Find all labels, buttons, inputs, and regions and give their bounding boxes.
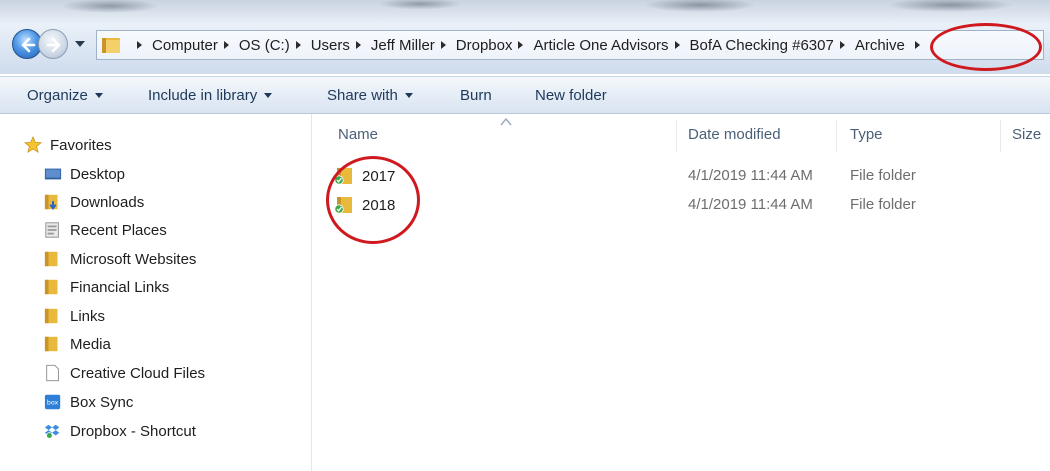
breadcrumb-dropbox[interactable]: Dropbox <box>435 37 512 54</box>
breadcrumb-bofa-checking[interactable]: BofA Checking #6307 <box>669 37 834 54</box>
breadcrumb-archive[interactable]: Archive <box>834 37 930 54</box>
breadcrumb-arrow-icon[interactable] <box>355 41 361 49</box>
column-header-date-modified[interactable]: Date modified <box>688 126 781 143</box>
folder-icon <box>44 251 58 267</box>
type-cell: File folder <box>850 167 916 184</box>
star-icon <box>24 136 42 153</box>
folder-icon <box>44 308 58 324</box>
sidebar-item-microsoft-websites[interactable]: Microsoft Websites <box>44 248 196 270</box>
burn-label: Burn <box>460 87 492 104</box>
box-sync-icon: box <box>44 394 61 410</box>
dropbox-icon <box>44 424 60 439</box>
new-folder-label: New folder <box>535 87 607 104</box>
sidebar-item-label: Microsoft Websites <box>70 250 197 268</box>
sidebar-item-creative-cloud-files[interactable]: Creative Cloud Files <box>44 362 205 384</box>
navigation-pane: Favorites Desktop Downloads Recent Place… <box>0 114 312 471</box>
breadcrumb-users[interactable]: Users <box>290 37 350 54</box>
sidebar-item-label: Downloads <box>70 193 145 211</box>
back-arrow-icon <box>21 37 36 53</box>
command-toolbar: Organize Include in library Share with B… <box>0 76 1050 114</box>
chevron-down-icon <box>264 93 273 98</box>
svg-text:box: box <box>47 400 59 407</box>
synced-folder-icon <box>334 168 352 185</box>
folder-icon <box>102 38 120 53</box>
blurred-tab-strip <box>0 0 1050 22</box>
file-row-2018[interactable]: 2018 4/1/2019 11:44 AM File folder <box>312 191 1050 219</box>
desktop-icon <box>44 168 62 180</box>
column-header-name[interactable]: Name <box>338 126 378 143</box>
chevron-down-icon <box>404 93 413 98</box>
include-in-library-label: Include in library <box>148 87 258 104</box>
organize-menu-button[interactable]: Organize <box>27 87 103 104</box>
file-row-2017[interactable]: 2017 4/1/2019 11:44 AM File folder <box>312 162 1050 190</box>
document-icon <box>46 364 59 382</box>
column-divider[interactable] <box>1000 120 1001 152</box>
breadcrumb-arrow-icon[interactable] <box>440 41 446 49</box>
sidebar-item-label: Box Sync <box>70 393 134 411</box>
breadcrumb-arrow-icon[interactable] <box>839 41 845 49</box>
breadcrumb-computer[interactable]: Computer <box>131 37 218 54</box>
file-name-cell[interactable]: 2018 <box>334 196 395 214</box>
sidebar-item-box-sync[interactable]: box Box Sync <box>44 391 133 413</box>
column-divider[interactable] <box>676 120 677 152</box>
recent-places-icon <box>45 222 59 238</box>
sidebar-item-downloads[interactable]: Downloads <box>44 191 144 213</box>
sidebar-item-label: Financial Links <box>70 278 170 296</box>
address-bar[interactable]: Computer OS (C:) Users Jeff Miller Dropb… <box>96 30 1044 60</box>
sidebar-item-media[interactable]: Media <box>44 333 111 355</box>
share-with-button[interactable]: Share with <box>327 87 413 104</box>
date-modified-cell: 4/1/2019 11:44 AM <box>688 167 813 184</box>
column-divider[interactable] <box>836 120 837 152</box>
folder-icon <box>44 336 58 352</box>
sort-ascending-icon <box>500 118 512 126</box>
chevron-down-icon <box>94 93 103 98</box>
breadcrumb-arrow-icon[interactable] <box>518 41 524 49</box>
organize-label: Organize <box>27 87 88 104</box>
include-in-library-button[interactable]: Include in library <box>148 87 273 104</box>
breadcrumb-arrow-icon[interactable] <box>223 41 229 49</box>
sidebar-item-financial-links[interactable]: Financial Links <box>44 276 169 298</box>
sidebar-item-label: Dropbox - Shortcut <box>70 422 196 440</box>
breadcrumb-arrow-icon[interactable] <box>295 41 301 49</box>
forward-button[interactable] <box>38 29 68 59</box>
sidebar-item-favorites[interactable]: Favorites <box>24 134 112 156</box>
type-cell: File folder <box>850 196 916 213</box>
synced-folder-icon <box>334 197 352 214</box>
title-bar: Computer OS (C:) Users Jeff Miller Dropb… <box>0 0 1050 74</box>
new-folder-button[interactable]: New folder <box>535 87 607 104</box>
breadcrumb-os-c[interactable]: OS (C:) <box>218 37 290 54</box>
sidebar-item-label: Desktop <box>70 165 126 183</box>
date-modified-cell: 4/1/2019 11:44 AM <box>688 196 813 213</box>
file-list-view: Name Date modified Type Size 2017 4/1/20… <box>312 114 1050 471</box>
sidebar-item-recent-places[interactable]: Recent Places <box>44 219 167 241</box>
column-header-size[interactable]: Size <box>1012 126 1041 143</box>
breadcrumb-arrow-icon[interactable] <box>137 41 142 49</box>
sidebar-item-dropbox-shortcut[interactable]: Dropbox - Shortcut <box>44 420 196 442</box>
breadcrumb-arrow-icon[interactable] <box>914 41 920 49</box>
sidebar-item-label: Links <box>70 307 106 325</box>
sidebar-item-desktop[interactable]: Desktop <box>44 163 125 185</box>
recent-pages-chevron-down-icon[interactable] <box>74 40 86 48</box>
folder-icon <box>44 279 58 295</box>
burn-button[interactable]: Burn <box>460 87 492 104</box>
downloads-folder-icon <box>44 194 58 210</box>
column-header-type[interactable]: Type <box>850 126 883 143</box>
sidebar-item-label: Favorites <box>50 136 112 154</box>
sidebar-item-links[interactable]: Links <box>44 305 105 327</box>
breadcrumb-arrow-icon[interactable] <box>674 41 680 49</box>
file-name: 2018 <box>362 196 396 214</box>
share-with-label: Share with <box>327 87 398 104</box>
sidebar-item-label: Media <box>70 335 111 353</box>
breadcrumb-article-one-advisors[interactable]: Article One Advisors <box>512 37 669 54</box>
file-name-cell[interactable]: 2017 <box>334 167 395 185</box>
forward-arrow-icon <box>46 37 61 53</box>
file-name: 2017 <box>362 167 396 185</box>
sidebar-item-label: Recent Places <box>70 221 167 239</box>
sidebar-item-label: Creative Cloud Files <box>70 364 206 382</box>
breadcrumb-jeff-miller[interactable]: Jeff Miller <box>350 37 435 54</box>
